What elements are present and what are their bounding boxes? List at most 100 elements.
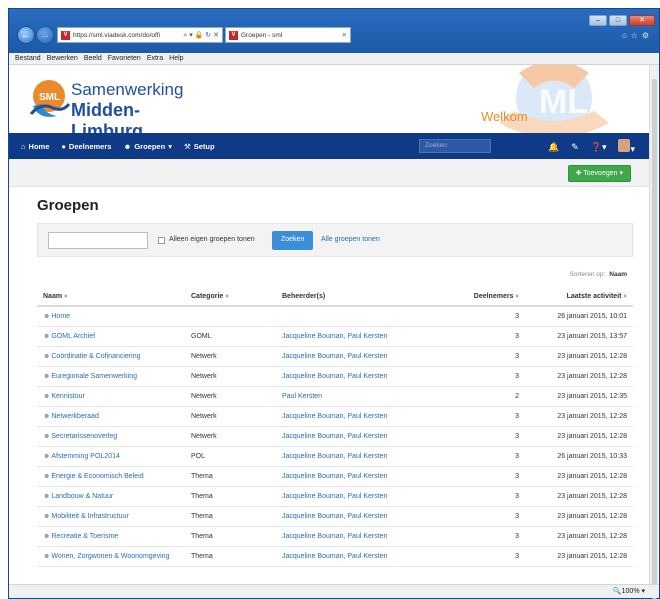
url-text[interactable]: https://sml.viadesk.com/do/offi	[73, 32, 160, 39]
admins-cell[interactable]: Jacqueline Bouman, Paul Kersten	[282, 533, 387, 540]
help-icon[interactable]: ❓▾	[591, 142, 607, 153]
bell-icon[interactable]: 🔔	[548, 142, 559, 153]
tab-groepen[interactable]: V Groepen - sml ✕	[225, 27, 351, 43]
table-row[interactable]: ☻GOML Archief GOML Jacqueline Bouman, Paul…	[37, 327, 633, 347]
group-name-cell[interactable]: ☻Landbouw & Natuur	[43, 493, 113, 500]
admins-cell[interactable]: Jacqueline Bouman, Paul Kersten	[282, 413, 387, 420]
table-row[interactable]: ☻Landbouw & Natuur Thema Jacqueline Bouman…	[37, 487, 633, 507]
chat-icon[interactable]: ✎	[571, 142, 579, 153]
group-icon: ☻	[43, 433, 51, 440]
group-name-cell[interactable]: ☻Mobiliteit & Infrastructuur	[43, 513, 129, 520]
menu-favorieten[interactable]: Favorieten	[108, 55, 141, 62]
sort-icon: ♦	[623, 293, 627, 300]
menu-extra[interactable]: Extra	[147, 55, 163, 62]
filter-panel: Alleen eigen groepen tonen Zoeken Alle g…	[37, 223, 633, 257]
table-row[interactable]: ☻Coördinatie & Cofinanciering Netwerk Jacq…	[37, 347, 633, 367]
group-name-cell[interactable]: ☻Netwerkberaad	[43, 413, 99, 420]
table-row[interactable]: ☻Kennistour Netwerk Paul Kersten 2 23 januar…	[37, 387, 633, 407]
forward-icon[interactable]: →	[36, 26, 54, 44]
group-name-cell[interactable]: ☻Coördinatie & Cofinanciering	[43, 353, 140, 360]
search-button[interactable]: Zoeken	[272, 231, 314, 250]
address-bar[interactable]: V https://sml.viadesk.com/do/offi ⌕ ▾ 🔒 …	[57, 27, 223, 43]
admins-cell[interactable]: Jacqueline Bouman, Paul Kersten	[282, 373, 387, 380]
category-cell: Netwerk	[191, 393, 217, 400]
table-row[interactable]: ☻Recreatie & Toerisme Thema Jacqueline Bou…	[37, 527, 633, 547]
category-cell: Thema	[191, 553, 213, 560]
nav-deelnemers[interactable]: ● Deelnemers	[61, 142, 111, 151]
favorites-star-icon[interactable]: ☆	[631, 31, 642, 40]
admins-cell[interactable]: Jacqueline Bouman, Paul Kersten	[282, 333, 387, 340]
scrollbar-thumb[interactable]	[652, 79, 657, 599]
group-name-cell[interactable]: ☻Energie & Economisch Beleid	[43, 473, 144, 480]
menu-bestand[interactable]: Bestand	[15, 55, 41, 62]
admins-cell[interactable]: Jacqueline Bouman, Paul Kersten	[282, 433, 387, 440]
table-row[interactable]: ☻Secretarissenoverleg Netwerk Jacqueline B…	[37, 427, 633, 447]
group-name-cell[interactable]: ☻Home	[43, 313, 70, 320]
admins-cell[interactable]: Jacqueline Bouman, Paul Kersten	[282, 473, 387, 480]
admins-cell[interactable]: Jacqueline Bouman, Paul Kersten	[282, 513, 387, 520]
group-name-cell[interactable]: ☻Secretarissenoverleg	[43, 433, 117, 440]
close-window-button[interactable]: ✕	[629, 15, 655, 26]
table-row[interactable]: ☻Energie & Economisch Beleid Thema Jacquel…	[37, 467, 633, 487]
browser-window: ← → V https://sml.viadesk.com/do/offi ⌕ …	[8, 8, 660, 599]
site-logo[interactable]: SML Samenwerking Midden-Limburg	[27, 70, 197, 133]
browser-menubar: Bestand Bewerken Beeld Favorieten Extra …	[9, 53, 659, 65]
group-name-cell[interactable]: ☻GOML Archief	[43, 333, 95, 340]
tools-gear-icon[interactable]: ⚙	[642, 31, 653, 40]
desktop-background	[0, 0, 660, 8]
only-own-groups-label[interactable]: Alleen eigen groepen tonen	[169, 236, 255, 243]
header-naam[interactable]: Naam ♦	[43, 293, 68, 300]
admins-cell[interactable]: Jacqueline Bouman, Paul Kersten	[282, 493, 387, 500]
user-menu[interactable]: ▾	[618, 139, 635, 155]
admins-cell[interactable]: Jacqueline Bouman, Paul Kersten	[282, 453, 387, 460]
group-icon: ☻	[43, 333, 51, 340]
group-name-cell[interactable]: ☻Kennistour	[43, 393, 85, 400]
address-tools[interactable]: ⌕ ▾ 🔒 ↻ ✕	[183, 31, 219, 40]
nav-home[interactable]: ⌂ Home	[21, 142, 49, 151]
menu-bewerken[interactable]: Bewerken	[47, 55, 78, 62]
group-icon: ☻	[43, 493, 51, 500]
members-cell: 3	[515, 493, 519, 500]
table-row[interactable]: ☻Home 3 26 januari 2015, 10:01	[37, 307, 633, 327]
back-icon[interactable]: ←	[17, 26, 35, 44]
last-activity-cell: 23 januari 2015, 12:28	[557, 513, 627, 520]
group-icon: ☻	[43, 413, 51, 420]
main-navbar: ⌂ Home ● Deelnemers ☻ Groepen ▾ ⚒ Setup …	[9, 133, 649, 159]
group-name-cell[interactable]: ☻Wonen, Zorgwonen & Woonomgeving	[43, 553, 169, 560]
admins-cell[interactable]: Paul Kersten	[282, 393, 322, 400]
nav-groepen[interactable]: ☻ Groepen ▾	[123, 142, 172, 151]
tab-close-icon[interactable]: ✕	[342, 31, 347, 39]
group-name-cell[interactable]: ☻Euregionale Samenwerking	[43, 373, 137, 380]
admins-cell[interactable]: Jacqueline Bouman, Paul Kersten	[282, 553, 387, 560]
table-row[interactable]: ☻Mobiliteit & Infrastructuur Thema Jacquel…	[37, 507, 633, 527]
menu-beeld[interactable]: Beeld	[84, 55, 102, 62]
group-search-input[interactable]	[48, 232, 148, 249]
nav-setup[interactable]: ⚒ Setup	[184, 142, 215, 151]
zoom-level[interactable]: 🔍100% ▾	[613, 588, 645, 595]
window-controls: – □ ✕	[589, 15, 655, 26]
sort-value[interactable]: Naam	[609, 271, 627, 278]
add-button[interactable]: ✚ Toevoegen ▾	[567, 165, 631, 182]
only-own-groups-checkbox[interactable]	[158, 237, 165, 244]
nav-deelnemers-label: Deelnemers	[68, 141, 112, 151]
home-browser-icon[interactable]: ⌂	[622, 31, 631, 40]
page-title: Groepen	[37, 197, 99, 214]
minimize-button[interactable]: –	[589, 15, 607, 26]
header-deelnemers[interactable]: Deelnemers ♦	[474, 293, 519, 300]
table-row[interactable]: ☻Afstemming POL2014 POL Jacqueline Bouman,…	[37, 447, 633, 467]
header-categorie[interactable]: Categorie ♦	[191, 293, 229, 300]
admins-cell[interactable]: Jacqueline Bouman, Paul Kersten	[282, 353, 387, 360]
maximize-button[interactable]: □	[609, 15, 627, 26]
group-name-cell[interactable]: ☻Afstemming POL2014	[43, 453, 120, 460]
members-cell: 3	[515, 553, 519, 560]
table-row[interactable]: ☻Wonen, Zorgwonen & Woonomgeving Thema Jac…	[37, 547, 633, 567]
header-laatste-activiteit[interactable]: Laatste activiteit ♦	[567, 293, 627, 300]
table-row[interactable]: ☻Netwerkberaad Netwerk Jacqueline Bouman, …	[37, 407, 633, 427]
show-all-groups-link[interactable]: Alle groepen tonen	[321, 236, 380, 243]
table-row[interactable]: ☻Euregionale Samenwerking Netwerk Jacqueli…	[37, 367, 633, 387]
vertical-scrollbar[interactable]	[649, 65, 659, 599]
group-name-cell[interactable]: ☻Recreatie & Toerisme	[43, 533, 118, 540]
menu-help[interactable]: Help	[169, 55, 183, 62]
nav-search-input[interactable]: Zoeken	[419, 139, 491, 153]
avatar	[618, 139, 631, 152]
